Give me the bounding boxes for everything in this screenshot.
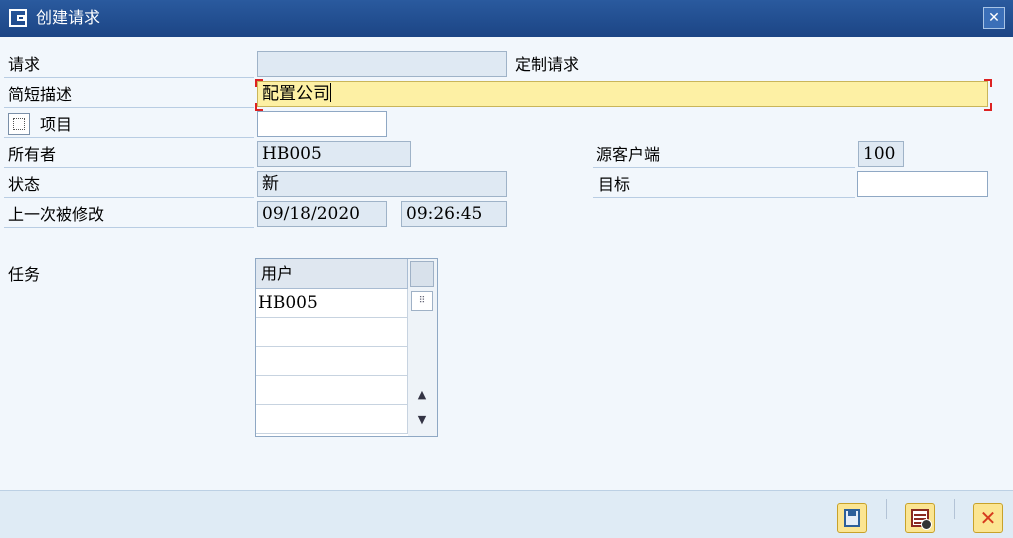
divider — [4, 107, 254, 108]
window-icon — [9, 9, 27, 27]
table-scrollbar[interactable]: ⠿ ▲ ▼ — [408, 259, 437, 436]
table-row[interactable] — [256, 405, 408, 434]
list-button[interactable] — [905, 503, 935, 533]
scroll-up-icon[interactable]: ▲ — [413, 387, 431, 403]
save-icon — [844, 509, 860, 527]
request-field — [257, 51, 507, 77]
column-header-user[interactable]: 用户 — [256, 259, 408, 289]
owner-label: 所有者 — [8, 145, 57, 164]
table-row[interactable]: HB005 — [256, 289, 408, 318]
last-changed-label: 上一次被修改 — [8, 205, 105, 224]
divider — [4, 167, 254, 168]
divider — [593, 167, 855, 168]
toolbar-separator — [886, 499, 887, 519]
short-desc-input[interactable]: 配置公司 — [257, 81, 988, 107]
scroll-down-icon[interactable]: ▼ — [413, 412, 431, 428]
toolbar-separator — [954, 499, 955, 519]
divider — [4, 77, 254, 78]
table-row[interactable] — [256, 318, 408, 347]
target-label: 目标 — [598, 175, 631, 194]
last-changed-time: 09:26:45 — [401, 201, 507, 227]
source-client-field: 100 — [858, 141, 904, 167]
focus-corner — [984, 79, 992, 87]
project-label: 项目 — [40, 115, 73, 134]
tasks-table: 用户 HB005 ⠿ ▲ ▼ — [255, 258, 438, 437]
project-input[interactable] — [257, 111, 387, 137]
focus-corner — [984, 103, 992, 111]
title-bar: 创建请求 ✕ — [0, 0, 1013, 37]
target-input[interactable] — [857, 171, 988, 197]
request-type-text: 定制请求 — [515, 55, 580, 74]
last-changed-date: 09/18/2020 — [257, 201, 387, 227]
save-button[interactable] — [837, 503, 867, 533]
short-desc-label: 简短描述 — [8, 85, 73, 104]
scroll-thumb[interactable]: ⠿ — [411, 291, 433, 311]
owner-field: HB005 — [257, 141, 411, 167]
column-settings-button[interactable] — [410, 261, 434, 287]
request-label: 请求 — [8, 55, 41, 74]
close-button[interactable]: ✕ — [983, 7, 1005, 29]
window-title: 创建请求 — [36, 8, 101, 27]
table-row[interactable] — [256, 347, 408, 376]
divider — [593, 197, 855, 198]
list-icon — [911, 509, 932, 530]
cancel-icon: ✕ — [979, 506, 997, 530]
status-label: 状态 — [8, 175, 41, 194]
divider — [4, 227, 254, 228]
source-client-label: 源客户端 — [596, 145, 661, 164]
cancel-button[interactable]: ✕ — [973, 503, 1003, 533]
tasks-label: 任务 — [8, 265, 41, 284]
table-row[interactable] — [256, 376, 408, 405]
text-cursor — [330, 83, 331, 102]
focus-corner — [255, 79, 263, 87]
divider — [4, 197, 254, 198]
document-icon[interactable] — [8, 113, 30, 135]
divider — [4, 137, 254, 138]
focus-corner — [255, 103, 263, 111]
status-field: 新 — [257, 171, 507, 197]
short-desc-value: 配置公司 — [262, 84, 330, 104]
